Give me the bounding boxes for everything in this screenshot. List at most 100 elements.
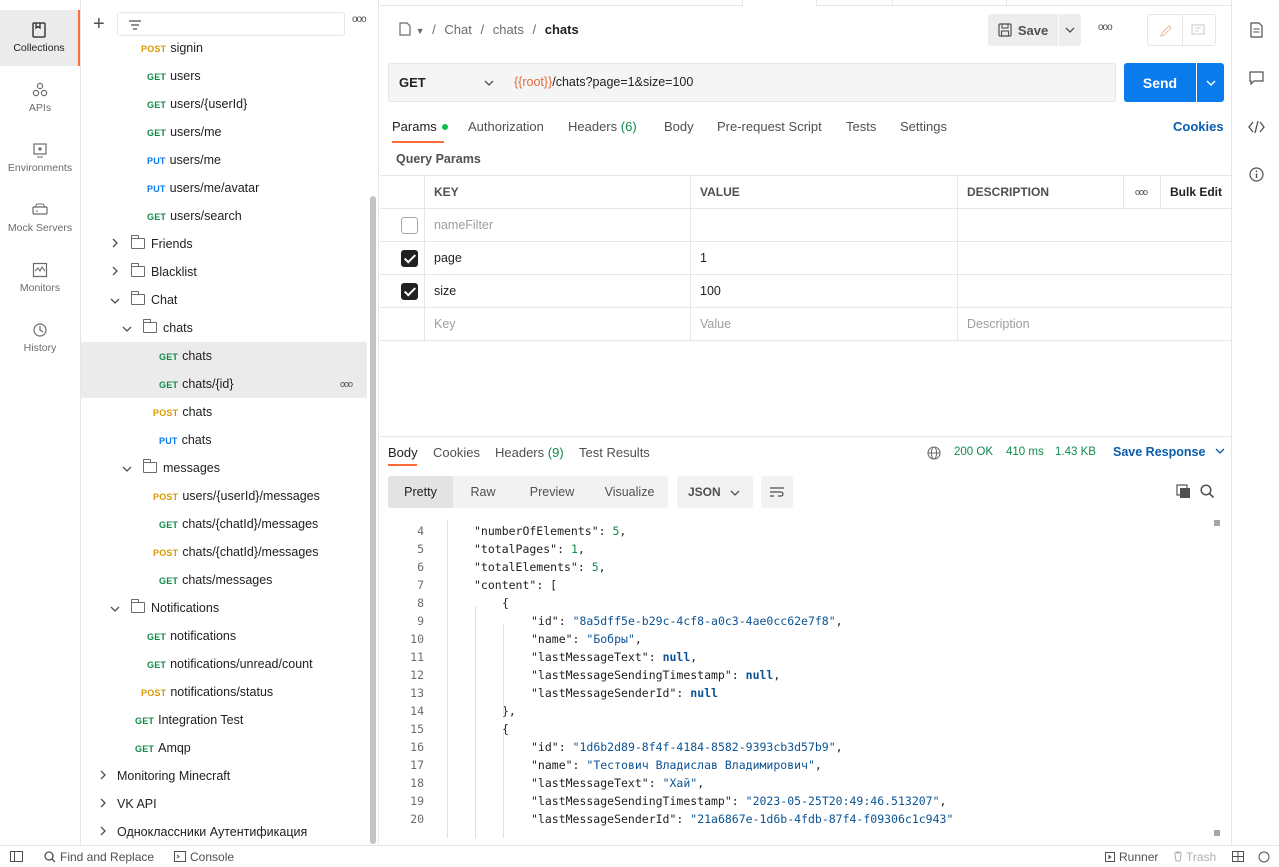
collection-item[interactable]: VK API [81, 790, 367, 818]
rail-item-monitors[interactable]: Monitors [0, 250, 80, 306]
request-item[interactable]: POST chats [81, 398, 367, 426]
param-value[interactable] [691, 209, 958, 242]
cookies-link[interactable]: Cookies [1173, 119, 1224, 134]
collection-item[interactable]: Одноклассники Аутентификация [81, 818, 367, 845]
search-icon[interactable] [1200, 484, 1215, 499]
request-item[interactable]: GET chats/{chatId}/messages [81, 510, 367, 538]
breadcrumb-chats-folder[interactable]: chats [493, 22, 524, 37]
tab-active[interactable] [742, 0, 817, 6]
resp-tab-tests[interactable]: Test Results [579, 445, 650, 460]
response-size[interactable]: 1.43 KB [1055, 446, 1096, 458]
param-description-placeholder[interactable]: Description [958, 308, 1231, 341]
sidebar-more-icon[interactable]: ooo [352, 14, 367, 25]
tab-tests[interactable]: Tests [846, 119, 876, 134]
request-item[interactable]: POST notifications/status [81, 678, 367, 706]
folder-item[interactable]: Friends [81, 230, 367, 258]
tab-params[interactable]: Params [392, 119, 449, 134]
bulk-edit-button[interactable]: Bulk Edit [1161, 176, 1231, 209]
tab-other[interactable] [892, 0, 1007, 6]
request-item[interactable]: PUT users/me [81, 146, 367, 174]
request-item[interactable]: GET users [81, 62, 367, 90]
folder-item[interactable]: Blacklist [81, 258, 367, 286]
find-replace-button[interactable]: Find and Replace [60, 850, 154, 864]
param-key[interactable]: page [425, 242, 691, 275]
param-description[interactable] [958, 275, 1231, 308]
comment-icon[interactable] [1191, 24, 1205, 37]
param-value[interactable]: 100 [691, 275, 958, 308]
param-description[interactable] [958, 242, 1231, 275]
param-value-placeholder[interactable]: Value [691, 308, 958, 341]
pencil-icon[interactable] [1159, 24, 1173, 38]
save-button[interactable]: Save [988, 14, 1058, 46]
comments-icon[interactable] [1249, 71, 1264, 85]
view-tab-visualize[interactable]: Visualize [591, 476, 668, 508]
help-icon[interactable] [1258, 851, 1270, 863]
collection-item[interactable]: Monitoring Minecraft [81, 762, 367, 790]
view-tab-preview[interactable]: Preview [513, 476, 591, 508]
wrap-lines-button[interactable] [761, 476, 793, 508]
copy-icon[interactable] [1176, 484, 1191, 499]
chevron-right-icon[interactable] [97, 762, 109, 790]
tab-prerequest[interactable]: Pre-request Script [717, 119, 822, 134]
param-checkbox[interactable] [401, 217, 418, 234]
breadcrumb-chat[interactable]: Chat [444, 22, 471, 37]
chevron-down-icon[interactable] [121, 314, 133, 342]
chevron-right-icon[interactable] [97, 790, 109, 818]
view-tab-raw[interactable]: Raw [453, 476, 513, 508]
request-item[interactable]: PUT users/me/avatar [81, 174, 367, 202]
tab-authorization[interactable]: Authorization [468, 119, 544, 134]
filter-input[interactable] [117, 12, 345, 36]
request-item[interactable]: GET Amqp [81, 734, 367, 762]
chevron-right-icon[interactable] [109, 230, 121, 258]
response-time[interactable]: 410 ms [1006, 446, 1044, 458]
send-dropdown-button[interactable] [1197, 63, 1224, 102]
request-item[interactable]: POST signin [81, 34, 367, 62]
sidebar-scrollbar[interactable] [370, 196, 376, 844]
resp-tab-body[interactable]: Body [388, 445, 418, 460]
request-item[interactable]: GET Integration Test [81, 706, 367, 734]
runner-button[interactable]: Runner [1119, 850, 1158, 864]
method-select[interactable]: GET [388, 63, 503, 102]
request-item[interactable]: GET notifications/unread/count [81, 650, 367, 678]
chevron-right-icon[interactable] [97, 818, 109, 845]
param-checkbox[interactable] [401, 250, 418, 267]
folder-item[interactable]: Chat [81, 286, 367, 314]
rail-item-apis[interactable]: APIs [0, 70, 80, 126]
rail-item-environments[interactable]: Environments [0, 130, 80, 186]
send-button[interactable]: Send [1124, 63, 1196, 102]
format-select[interactable]: JSON [677, 476, 753, 508]
two-pane-icon[interactable] [1232, 851, 1244, 862]
request-item[interactable]: GET users/{userId} [81, 90, 367, 118]
folder-item[interactable]: chats [81, 314, 367, 342]
save-dropdown-button[interactable] [1059, 14, 1081, 46]
item-more-icon[interactable]: ooo [340, 370, 353, 398]
url-variable[interactable]: {{root}} [514, 75, 552, 89]
request-more-icon[interactable]: ooo [1098, 22, 1113, 33]
documentation-icon[interactable] [1250, 22, 1263, 38]
new-collection-button[interactable]: + [93, 12, 105, 36]
save-response-button[interactable]: Save Response [1113, 445, 1225, 459]
chevron-down-icon[interactable] [121, 454, 133, 482]
info-icon[interactable] [1249, 167, 1264, 182]
toggle-sidebar-icon[interactable] [10, 851, 23, 862]
status-code[interactable]: 200 OK [954, 446, 993, 458]
folder-item[interactable]: messages [81, 454, 367, 482]
rail-item-mock-servers[interactable]: Mock Servers [0, 190, 80, 246]
chevron-down-icon[interactable]: ▼ [416, 26, 425, 36]
folder-item[interactable]: Notifications [81, 594, 367, 622]
param-key[interactable]: nameFilter [425, 209, 691, 242]
tab-body[interactable]: Body [664, 119, 694, 134]
chevron-down-icon[interactable] [109, 286, 121, 314]
rail-item-history[interactable]: History [0, 310, 80, 366]
request-item[interactable]: GET chats/messages [81, 566, 367, 594]
tab-headers[interactable]: Headers (6) [568, 119, 637, 134]
url-input[interactable]: {{root}}/chats?page=1&size=100 [502, 63, 1116, 102]
param-description[interactable] [958, 209, 1231, 242]
request-item[interactable]: GET chats [81, 342, 367, 370]
param-value[interactable]: 1 [691, 242, 958, 275]
code-scrollbar[interactable] [1214, 520, 1220, 838]
response-body-editor[interactable]: 4 "numberOfElements": 5, 5 "totalPages": 1,… [380, 520, 1216, 838]
request-item[interactable]: GET chats/{id} ooo [81, 370, 367, 398]
code-icon[interactable] [1248, 120, 1265, 134]
table-more-icon[interactable]: ooo [1124, 176, 1161, 209]
